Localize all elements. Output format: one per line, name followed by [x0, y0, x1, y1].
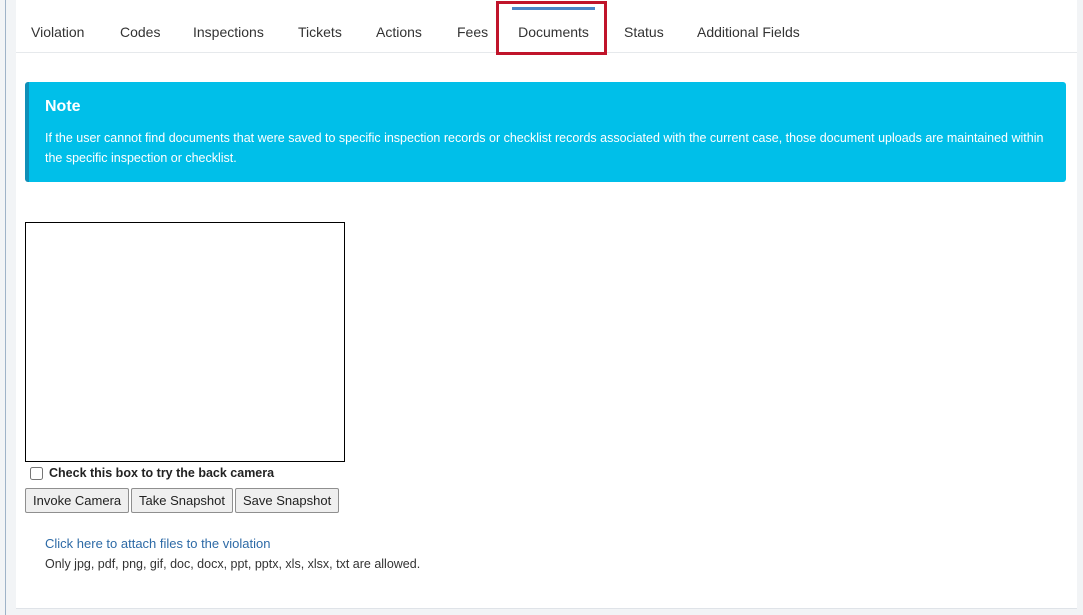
active-tab-indicator: [512, 7, 595, 10]
tab-documents-label: Documents: [518, 24, 589, 40]
tab-actions[interactable]: Actions: [376, 0, 422, 52]
tab-bar: Violation Codes Inspections Tickets Acti…: [16, 0, 1077, 55]
take-snapshot-button[interactable]: Take Snapshot: [131, 488, 234, 513]
tab-fees[interactable]: Fees: [457, 0, 488, 52]
invoke-camera-button[interactable]: Invoke Camera: [25, 488, 130, 513]
tab-additional-fields[interactable]: Additional Fields: [697, 0, 800, 52]
back-camera-option[interactable]: Check this box to try the back camera: [28, 465, 274, 481]
violation-panel: Violation Codes Inspections Tickets Acti…: [16, 0, 1077, 609]
left-border: [5, 0, 6, 615]
tab-inspections[interactable]: Inspections: [193, 0, 264, 52]
back-camera-checkbox[interactable]: [30, 466, 43, 480]
note-title: Note: [45, 98, 81, 115]
camera-preview: [25, 222, 345, 462]
note-text: If the user cannot find documents that w…: [45, 131, 1044, 165]
app-frame: Violation Codes Inspections Tickets Acti…: [0, 0, 1083, 615]
attach-files-link[interactable]: Click here to attach files to the violat…: [45, 536, 270, 551]
save-snapshot-button[interactable]: Save Snapshot: [235, 488, 340, 513]
tab-status[interactable]: Status: [624, 0, 664, 52]
tab-violation[interactable]: Violation: [31, 0, 84, 52]
note-callout: Note If the user cannot find documents t…: [25, 82, 1066, 182]
tab-tickets[interactable]: Tickets: [298, 0, 342, 52]
tab-documents[interactable]: Documents: [504, 0, 603, 52]
back-camera-label: Check this box to try the back camera: [49, 466, 275, 480]
tab-codes[interactable]: Codes: [120, 0, 160, 52]
allowed-file-types: Only jpg, pdf, png, gif, doc, docx, ppt,…: [45, 557, 421, 571]
